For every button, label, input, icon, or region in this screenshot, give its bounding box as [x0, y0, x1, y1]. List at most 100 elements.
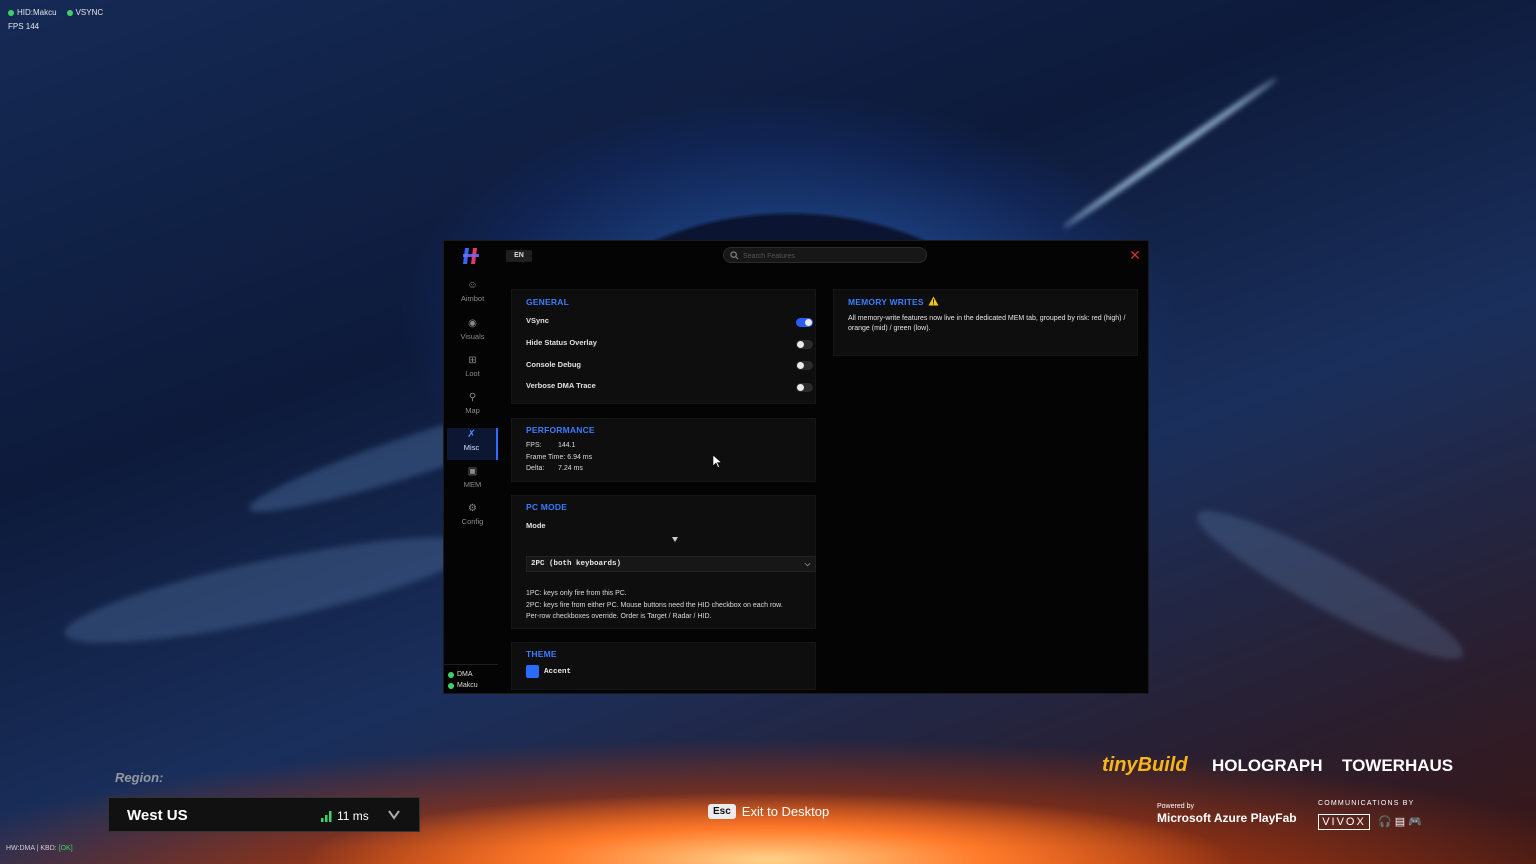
dma-status-label: DMA	[457, 671, 473, 678]
status-overlay: HID:Makcu VSYNC FPS 144	[8, 8, 103, 31]
sidebar-item-misc[interactable]: ✗ Misc	[447, 428, 498, 460]
chip-icon: ▣	[467, 466, 478, 477]
search-input[interactable]	[743, 250, 923, 262]
fps-readout: FPS 144	[8, 22, 40, 31]
region-selector[interactable]: West US 11 ms	[108, 797, 420, 832]
sidebar-item-label: Config	[461, 517, 484, 526]
vsync-status: VSYNC	[66, 8, 104, 17]
holograph-logo: HOLOGRAPH	[1212, 756, 1323, 775]
chevron-down-icon	[388, 810, 400, 820]
makcu-status: Makcu	[448, 682, 498, 689]
mouse-cursor-icon	[713, 455, 722, 468]
toggle-knob	[805, 319, 812, 326]
background-light-streak	[58, 516, 482, 664]
hide-status-overlay-label: Hide Status Overlay	[526, 338, 597, 347]
window-topbar: EN ✕	[444, 241, 1148, 271]
azure-playfab-logo: Microsoft Azure PlayFab	[1157, 811, 1297, 825]
general-panel: GENERAL VSync Hide Status Overlay Consol…	[511, 289, 816, 404]
vivox-icons: 🎧▤🎮	[1378, 815, 1425, 828]
hardware-status-ok: [OK]	[58, 845, 73, 852]
dma-status: DMA	[448, 671, 498, 678]
ping-value: 11 ms	[337, 809, 369, 823]
publisher-logos: tinyBuild HOLOGRAPH TOWERHAUS	[1098, 748, 1453, 788]
hardware-status-line: HW:DMA | KBD: [OK]	[6, 845, 73, 852]
pc-mode-select[interactable]: 2PC (both keyboards)	[526, 556, 816, 572]
language-button[interactable]: EN	[506, 250, 532, 262]
sidebar-item-mem[interactable]: ▣ MEM	[447, 465, 498, 497]
hide-status-overlay-toggle[interactable]	[796, 340, 813, 349]
hid-status-label: HID:Makcu	[17, 8, 57, 17]
sidebar-item-config[interactable]: ⚙ Config	[447, 502, 498, 534]
vsync-toggle[interactable]	[796, 318, 813, 327]
toggle-knob	[797, 362, 804, 369]
vsync-label: VSync	[526, 316, 549, 325]
status-dot	[8, 9, 14, 16]
caret-down-icon	[672, 537, 678, 542]
sidebar-item-label: Map	[465, 406, 480, 415]
exit-label: Exit to Desktop	[741, 804, 830, 819]
search-icon	[730, 251, 739, 260]
fps-key: FPS:	[526, 442, 542, 449]
vivox-logo: VIVOX	[1318, 814, 1370, 830]
ping-readout: 11 ms	[321, 809, 369, 823]
sidebar-item-label: Loot	[465, 369, 480, 378]
hardware-status-text: HW:DMA | KBD:	[6, 845, 57, 852]
mode-label: Mode	[526, 521, 546, 530]
search-bar[interactable]	[723, 247, 927, 263]
console-debug-toggle[interactable]	[796, 361, 813, 370]
region-label: Region:	[115, 770, 164, 785]
background-light-streak	[1061, 75, 1279, 231]
map-pin-icon: ⚲	[468, 392, 477, 403]
memory-writes-text: All memory-write features now live in th…	[848, 315, 1126, 332]
fps-line: FPS: 144.1	[526, 442, 576, 449]
tinybuild-logo: tinyBuild	[1102, 754, 1188, 776]
app-logo-icon	[463, 248, 479, 264]
vsync-status-label: VSYNC	[75, 8, 104, 17]
panel-title: THEME	[526, 649, 557, 659]
verbose-dma-trace-label: Verbose DMA Trace	[526, 381, 596, 390]
sidebar-item-label: Visuals	[460, 332, 485, 341]
accent-label: Accent	[544, 668, 572, 676]
exit-to-desktop-button[interactable]: Esc Exit to Desktop	[708, 804, 829, 819]
cheat-menu-window: EN ✕ ☺ Aimbot ◉ Visuals ⊞ Loot ⚲ Map ✗	[443, 240, 1149, 694]
console-debug-label: Console Debug	[526, 360, 582, 369]
memory-writes-panel: MEMORY WRITES All memory-write features …	[833, 289, 1138, 356]
toggle-knob	[797, 341, 804, 348]
status-dot	[448, 671, 454, 678]
close-icon[interactable]: ✕	[1128, 248, 1142, 262]
panel-title: MEMORY WRITES	[848, 297, 924, 307]
powered-by-label: Powered by	[1157, 803, 1194, 810]
accent-color-swatch[interactable]	[526, 665, 539, 678]
status-dot	[66, 9, 73, 16]
sidebar-item-label: MEM	[463, 480, 482, 489]
panel-title: PERFORMANCE	[526, 425, 595, 435]
region-name: West US	[127, 807, 188, 824]
aimbot-icon: ☺	[467, 280, 478, 291]
sidebar-item-label: Misc	[463, 443, 480, 452]
help-line: 1PC: keys only fire from this PC.	[526, 590, 627, 597]
sidebar-item-map[interactable]: ⚲ Map	[447, 391, 498, 423]
frame-time-line: Frame Time: 6.94 ms	[526, 454, 593, 461]
gamepad-icon: 🎮	[1408, 816, 1425, 828]
pc-mode-help: 1PC: keys only fire from this PC. 2PC: k…	[526, 588, 816, 623]
gear-icon: ⚙	[468, 503, 477, 514]
connection-status: DMA Makcu	[444, 664, 498, 693]
communications-by-label: COMMUNICATIONS BY	[1318, 800, 1415, 807]
makcu-status-label: Makcu	[457, 682, 478, 689]
headset-icon: 🎧	[1378, 816, 1395, 828]
memory-writes-title: MEMORY WRITES	[848, 296, 939, 307]
panel-title: GENERAL	[526, 297, 569, 307]
sidebar-item-loot[interactable]: ⊞ Loot	[447, 354, 498, 386]
sidebar-item-aimbot[interactable]: ☺ Aimbot	[447, 279, 498, 311]
chat-icon: ▤	[1394, 816, 1409, 828]
background-light-streak	[1185, 492, 1475, 678]
pc-mode-selected-value: 2PC (both keyboards)	[531, 560, 622, 568]
sidebar-item-visuals[interactable]: ◉ Visuals	[447, 317, 498, 349]
verbose-dma-trace-toggle[interactable]	[796, 383, 813, 392]
delta-key: Delta:	[526, 465, 545, 472]
sidebar-nav: ☺ Aimbot ◉ Visuals ⊞ Loot ⚲ Map ✗ Misc ▣…	[444, 279, 498, 695]
fps-value: 144.1	[558, 442, 576, 449]
toggle-knob	[797, 384, 804, 391]
panel-title: PC MODE	[526, 502, 568, 512]
status-dot	[448, 682, 454, 689]
